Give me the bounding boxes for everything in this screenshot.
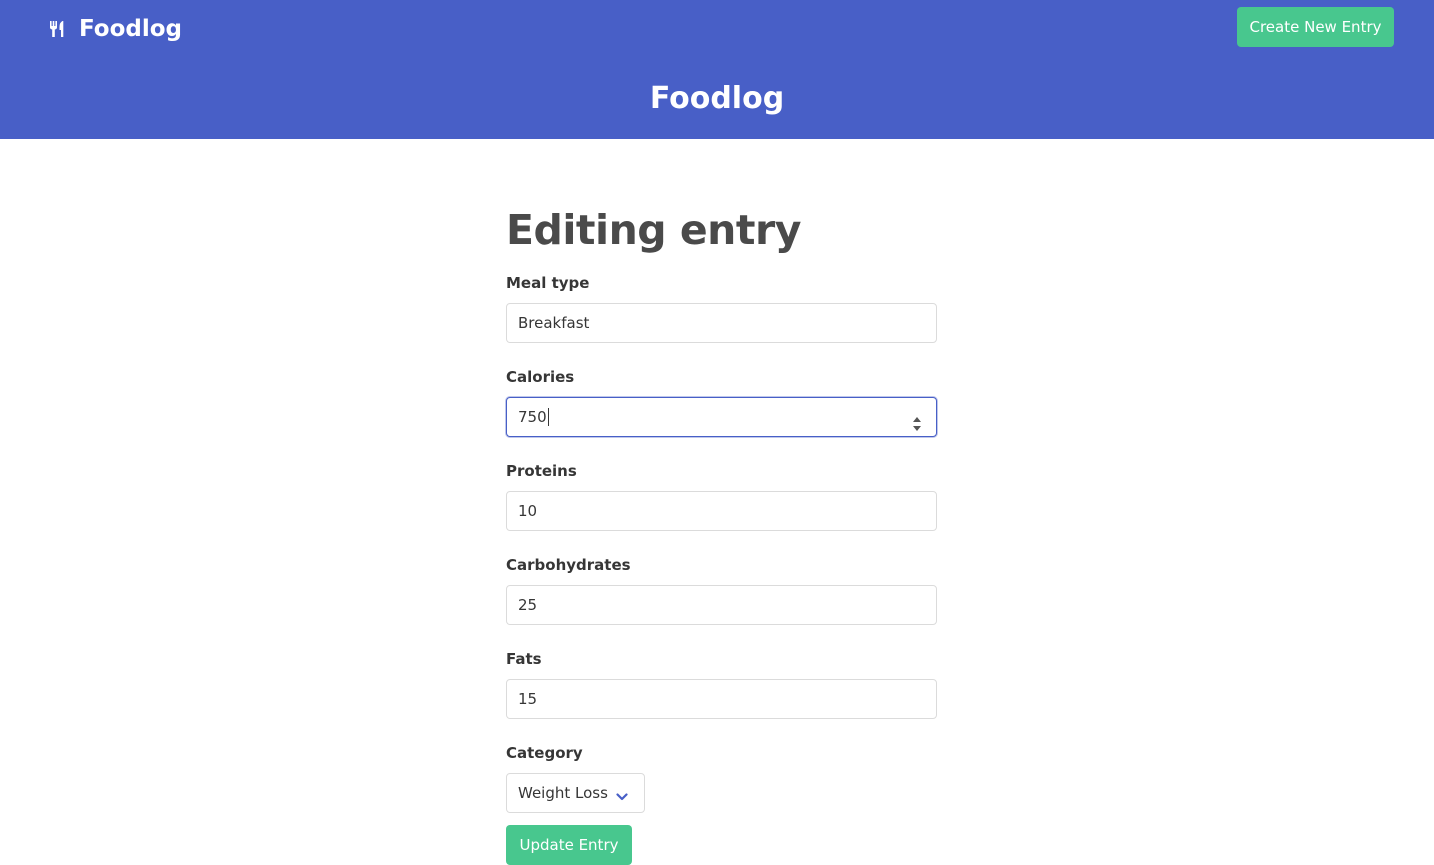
calories-value: 750 xyxy=(518,408,547,426)
text-caret xyxy=(547,408,549,426)
utensils-icon xyxy=(49,19,65,39)
page-title: Editing entry xyxy=(506,206,801,254)
create-new-entry-button[interactable]: Create New Entry xyxy=(1237,7,1394,47)
calories-input[interactable]: 750 xyxy=(506,397,937,437)
carbohydrates-input[interactable]: 25 xyxy=(506,585,937,625)
category-field: Category Weight Loss xyxy=(506,743,937,813)
meal-type-value: Breakfast xyxy=(518,314,590,332)
carbohydrates-value: 25 xyxy=(518,596,538,614)
brand-link[interactable]: Foodlog xyxy=(49,14,182,44)
brand-name: Foodlog xyxy=(79,16,182,42)
update-entry-button[interactable]: Update Entry xyxy=(506,825,632,865)
category-selected-value: Weight Loss xyxy=(518,784,608,802)
meal-type-field: Meal type Breakfast xyxy=(506,273,937,343)
fats-field: Fats 15 xyxy=(506,649,937,719)
header-banner: Foodlog Create New Entry Foodlog xyxy=(0,0,1434,139)
calories-label: Calories xyxy=(506,368,575,386)
carbohydrates-field: Carbohydrates 25 xyxy=(506,555,937,625)
meal-type-label: Meal type xyxy=(506,274,590,292)
proteins-field: Proteins 10 xyxy=(506,461,937,531)
category-select[interactable]: Weight Loss xyxy=(506,773,645,813)
proteins-input[interactable]: 10 xyxy=(506,491,937,531)
calories-field: Calories 750 xyxy=(506,367,937,437)
fats-value: 15 xyxy=(518,690,538,708)
fats-input[interactable]: 15 xyxy=(506,679,937,719)
carbohydrates-label: Carbohydrates xyxy=(506,556,631,574)
fats-label: Fats xyxy=(506,650,542,668)
meal-type-input[interactable]: Breakfast xyxy=(506,303,937,343)
proteins-label: Proteins xyxy=(506,462,577,480)
proteins-value: 10 xyxy=(518,502,538,520)
edit-entry-form: Editing entry Meal type Breakfast Calori… xyxy=(506,200,937,865)
hero-title: Foodlog xyxy=(649,81,785,116)
category-label: Category xyxy=(506,744,583,762)
chevron-down-icon xyxy=(616,788,628,801)
number-stepper-icon[interactable] xyxy=(912,409,922,431)
